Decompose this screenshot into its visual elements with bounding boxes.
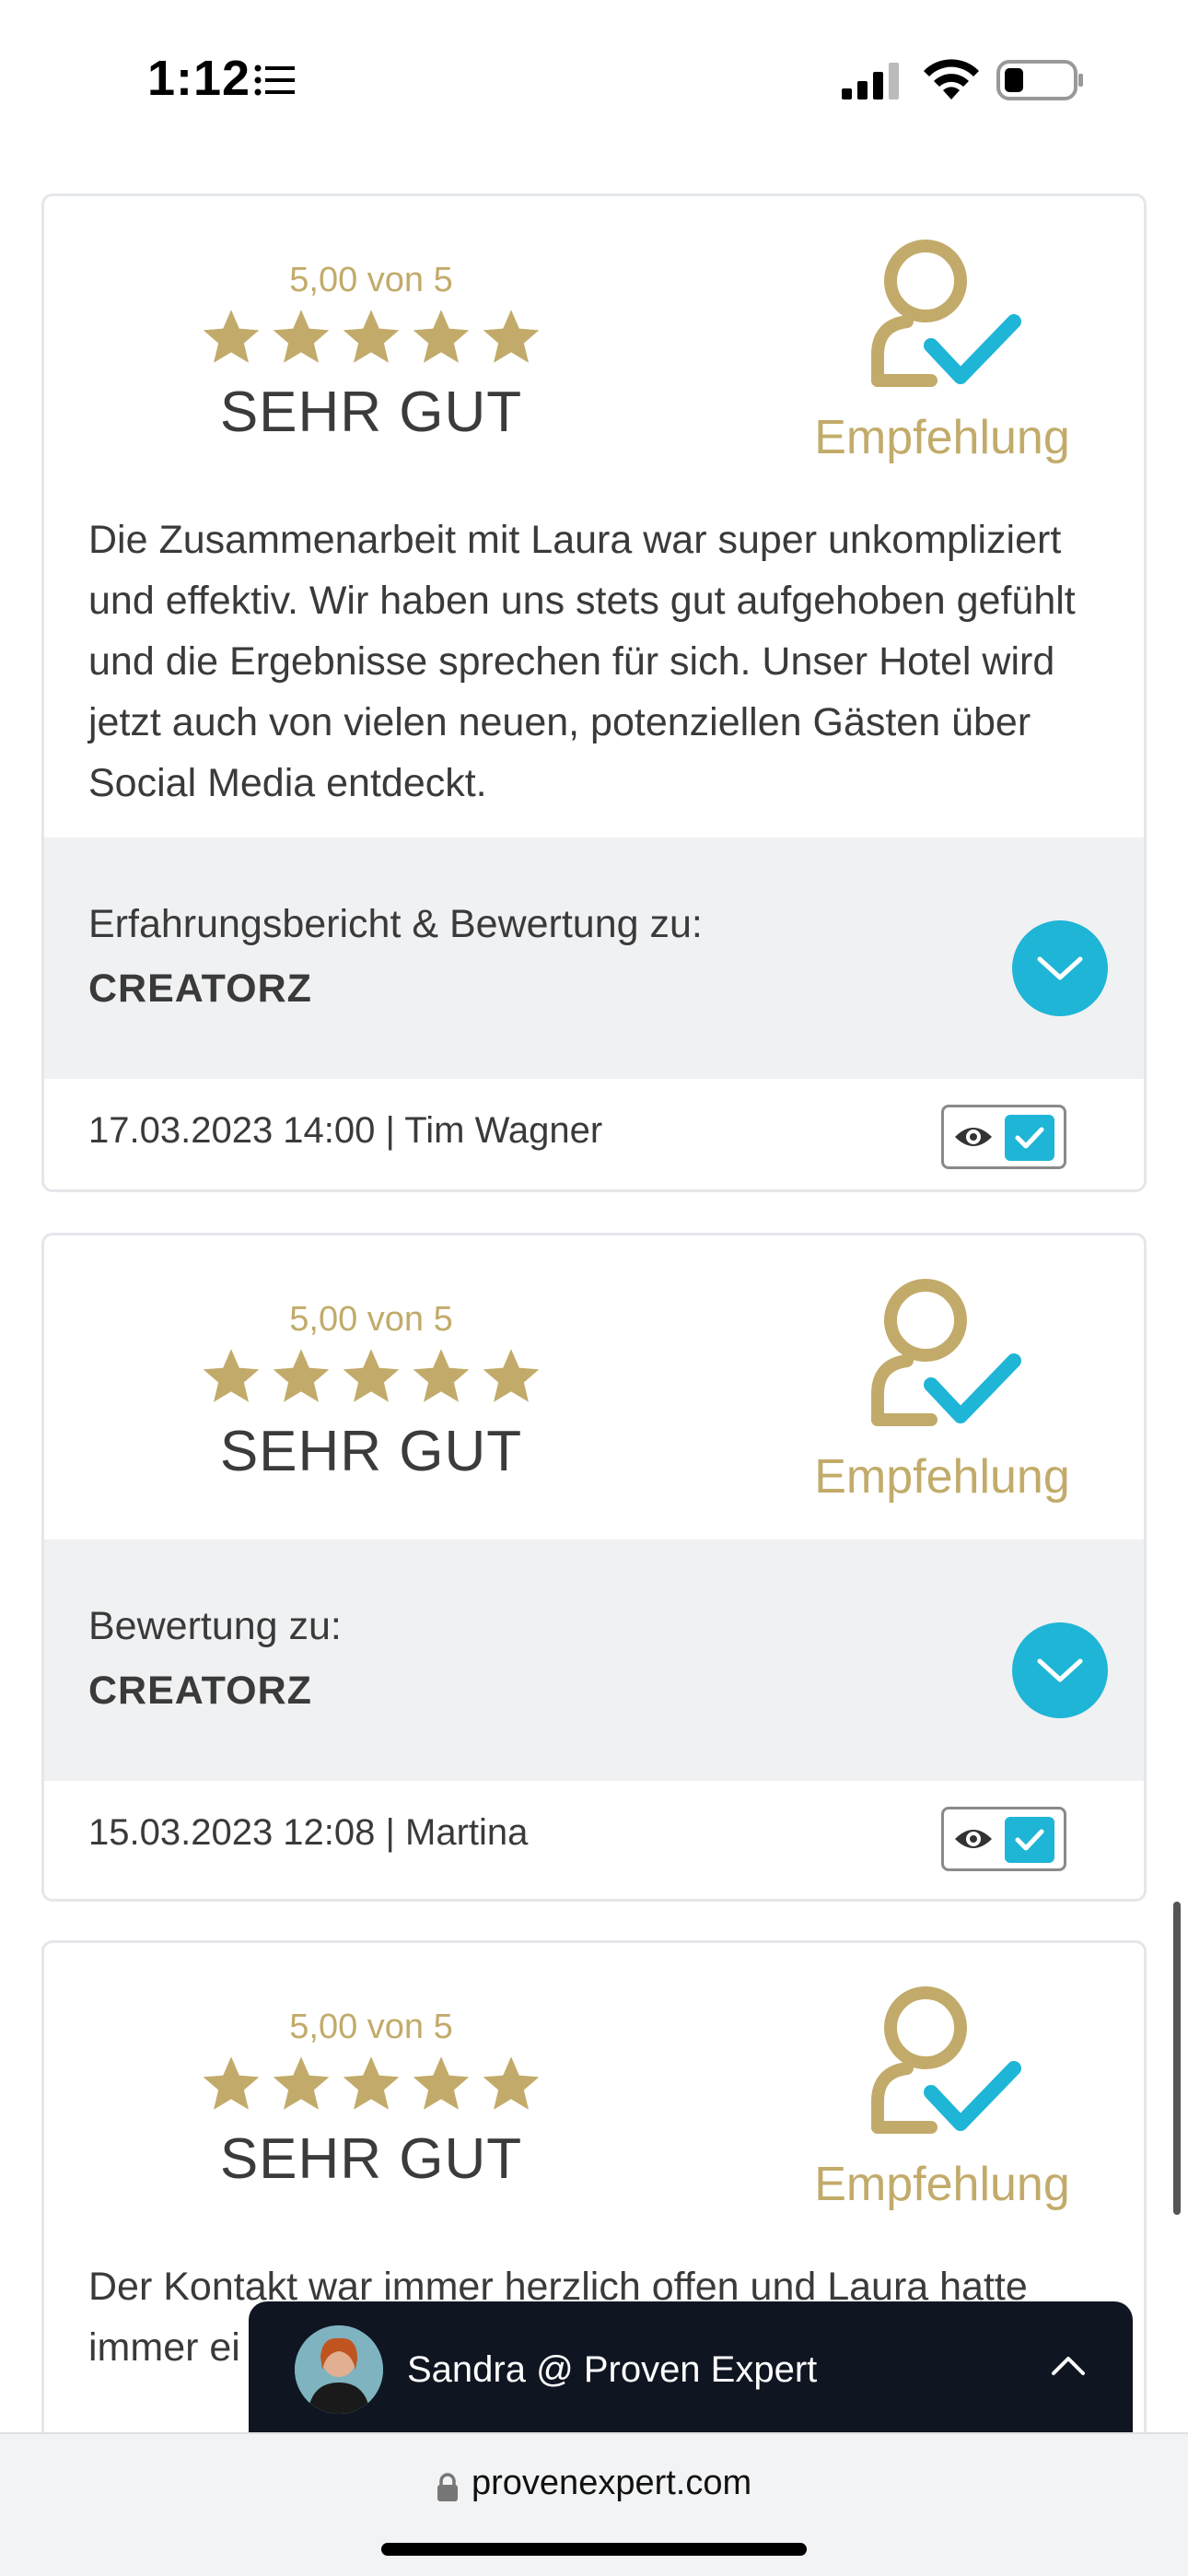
star-icon [203, 2056, 260, 2110]
home-indicator[interactable] [381, 2543, 807, 2556]
review-date-author: 15.03.2023 12:08 | Martina [88, 1812, 529, 1853]
rating-score: 5,00 von 5 [289, 1300, 453, 1339]
list-icon [254, 64, 295, 96]
star-icon [343, 310, 400, 363]
rating-block: 5,00 von 5 SEHR GUT [155, 2008, 588, 2192]
verified-badge[interactable] [941, 1807, 1066, 1871]
url-text[interactable]: provenexpert.com [472, 2464, 751, 2503]
rating-verdict: SEHR GUT [219, 2127, 523, 2191]
avatar [295, 2325, 383, 2414]
review-text: Die Zusammenarbeit mit Laura war super u… [88, 518, 1076, 805]
review-date-author: 17.03.2023 14:00 | Tim Wagner [88, 1110, 603, 1151]
recommendation-badge: Empfehlung [772, 1980, 1112, 2212]
rating-verdict: SEHR GUT [219, 381, 523, 444]
battery-icon [996, 60, 1083, 100]
rating-score: 5,00 von 5 [289, 2008, 453, 2046]
user-check-icon [871, 1986, 1021, 2134]
eye-icon [955, 1128, 992, 1146]
star-icon [483, 310, 540, 363]
scrollbar[interactable] [1173, 1902, 1181, 2215]
check-icon [1005, 1817, 1054, 1863]
rating-block: 5,00 von 5 SEHR GUT [155, 1300, 588, 1484]
star-icon [203, 1349, 260, 1402]
star-icon [413, 2056, 470, 2110]
star-icon [273, 1349, 330, 1402]
check-icon [1005, 1115, 1054, 1161]
chevron-down-icon [1037, 1658, 1083, 1682]
user-check-icon [871, 1279, 1021, 1426]
eye-icon [955, 1830, 992, 1848]
company-section: Bewertung zu: CREATORZ [44, 1540, 1144, 1781]
review-card: 5,00 von 5 SEHR GUT Empfehlung Bewertung… [41, 1233, 1147, 1902]
rating-block: 5,00 von 5 SEHR GUT [155, 261, 588, 445]
rating-score: 5,00 von 5 [289, 261, 453, 299]
expand-button[interactable] [1012, 920, 1108, 1016]
wifi-icon [924, 59, 979, 100]
review-meta: 15.03.2023 12:08 | Martina [44, 1781, 1144, 1891]
star-rating [155, 2053, 588, 2126]
recommendation-label: Empfehlung [814, 2158, 1070, 2211]
company-label: Bewertung zu: [88, 1604, 342, 1648]
star-icon [273, 2056, 330, 2110]
lock-icon [437, 2473, 458, 2501]
browser-address-bar[interactable]: provenexpert.com [0, 2432, 1188, 2576]
company-label: Erfahrungsbericht & Bewertung zu: [88, 902, 703, 946]
recommendation-label: Empfehlung [814, 411, 1070, 464]
chat-label: Sandra @ Proven Expert [407, 2349, 818, 2390]
star-icon [343, 1349, 400, 1402]
star-icon [413, 1349, 470, 1402]
star-icon [273, 310, 330, 363]
cellular-signal-icon [842, 63, 899, 100]
company-section: Erfahrungsbericht & Bewertung zu: CREATO… [44, 837, 1144, 1079]
star-rating [155, 1345, 588, 1419]
recommendation-badge: Empfehlung [772, 1272, 1112, 1505]
status-time: 1:12 [147, 51, 251, 106]
star-icon [203, 310, 260, 363]
rating-verdict: SEHR GUT [219, 1420, 523, 1483]
star-icon [483, 1349, 540, 1402]
expand-button[interactable] [1012, 1622, 1108, 1718]
review-meta: 17.03.2023 14:00 | Tim Wagner [44, 1079, 1144, 1189]
star-icon [413, 310, 470, 363]
chevron-up-icon[interactable] [1050, 2353, 1087, 2379]
company-name: CREATORZ [88, 1669, 312, 1713]
verified-badge[interactable] [941, 1105, 1066, 1169]
recommendation-badge: Empfehlung [772, 233, 1112, 465]
review-card: 5,00 von 5 SEHR GUT Empfehlung Die Zusam… [41, 193, 1147, 1192]
chat-widget[interactable]: Sandra @ Proven Expert [249, 2301, 1133, 2449]
star-icon [343, 2056, 400, 2110]
status-bar: 1:12 [0, 0, 1188, 147]
star-rating [155, 306, 588, 380]
star-icon [483, 2056, 540, 2110]
recommendation-label: Empfehlung [814, 1450, 1070, 1504]
company-name: CREATORZ [88, 966, 312, 1011]
chevron-down-icon [1037, 956, 1083, 980]
user-check-icon [871, 240, 1021, 387]
